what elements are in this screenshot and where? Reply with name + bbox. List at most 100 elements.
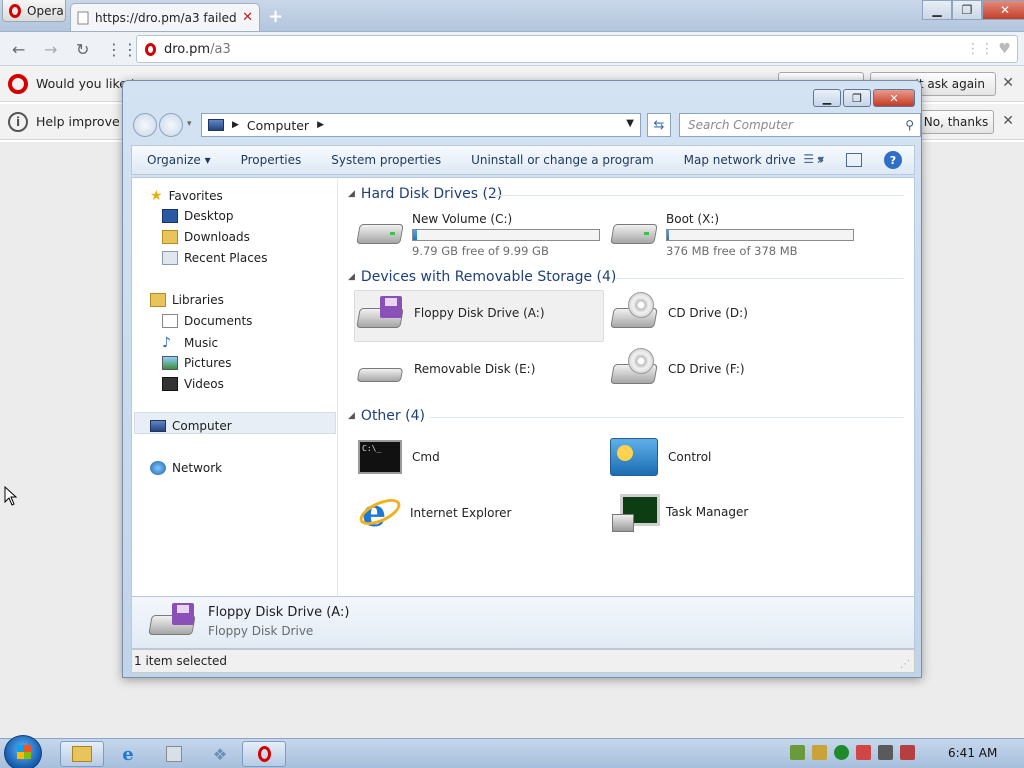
floppy-drive-icon [356,296,404,330]
start-button[interactable] [4,735,42,768]
map-network-drive-button[interactable]: Map network drive [669,153,811,167]
opera-logo-icon [9,3,21,18]
nav-music[interactable]: ♪ Music [162,335,218,351]
url-field[interactable]: dro.pm/a3 ⋮⋮ ♥ [136,35,1018,63]
help-icon[interactable]: ? [884,151,902,169]
tray-play-icon[interactable] [834,745,849,760]
forward-icon[interactable]: → [44,40,57,59]
cd-drive-f[interactable]: CD Drive (F:) [610,348,745,386]
cmd-shortcut[interactable]: C:\_ Cmd [358,440,440,474]
hard-drive-icon [356,212,404,246]
nav-videos[interactable]: Videos [162,377,224,391]
nav-label: Documents [184,314,253,328]
tray-volume-muted-icon[interactable] [900,745,915,760]
browser-tab[interactable]: https://dro.pm/a3 failed to ✕ [70,3,260,31]
drive-x[interactable]: Boot (X:) 376 MB free of 378 MB [610,212,854,258]
taskbar-internet-explorer[interactable]: e [106,741,150,767]
organize-button[interactable]: Organize ▾ [132,153,226,167]
system-properties-button[interactable]: System properties [316,153,456,167]
internet-explorer-shortcut[interactable]: e Internet Explorer [355,492,511,534]
nav-label: Recent Places [184,251,268,265]
nav-documents[interactable]: Documents [162,314,252,328]
group-header-removable[interactable]: ◢ Devices with Removable Storage (4) [348,269,616,285]
recent-pages-chevron-icon[interactable]: ▾ [187,119,192,129]
drive-free-space: 376 MB free of 378 MB [666,244,798,258]
forward-button[interactable] [159,113,183,137]
cd-drive-d[interactable]: CD Drive (D:) [610,292,748,330]
tab-close-icon[interactable]: ✕ [242,10,253,25]
nav-network[interactable]: Network [150,461,222,475]
drive-name: CD Drive (D:) [668,306,748,320]
task-manager-shortcut[interactable]: Task Manager [610,492,748,532]
group-header-other[interactable]: ◢ Other (4) [348,408,425,424]
nav-downloads[interactable]: Downloads [162,230,250,244]
close-button[interactable]: ✕ [873,89,915,107]
drive-c[interactable]: New Volume (C:) 9.79 GB free of 9.99 GB [356,212,600,258]
nav-desktop[interactable]: Desktop [162,209,234,223]
opera-menu-button[interactable]: Opera [2,0,66,22]
tray-network-icon[interactable] [878,745,893,760]
music-icon: ♪ [162,335,171,351]
removable-disk-e[interactable]: Removable Disk (E:) [356,352,535,386]
floppy-drive-icon [148,603,196,637]
infobar-close-icon[interactable]: ✕ [1002,75,1014,91]
tray-app-icon[interactable] [812,745,827,760]
new-tab-button[interactable]: + [268,6,283,27]
details-item-name: Floppy Disk Drive (A:) [208,605,350,620]
preview-pane-icon[interactable] [846,153,862,167]
browser-tab-bar: Opera https://dro.pm/a3 failed to ✕ + ▁ … [0,0,1024,32]
tray-app-icon[interactable] [856,745,871,760]
nav-recent-places[interactable]: Recent Places [162,251,267,265]
taskbar-explorer[interactable] [60,741,104,767]
resize-grip-icon[interactable]: ⋰ [900,659,910,670]
collapse-triangle-icon[interactable]: ◢ [348,189,355,199]
close-button[interactable]: ✕ [982,0,1024,20]
taskbar-opera[interactable] [242,741,286,767]
breadcrumb-location[interactable]: Computer [247,118,309,133]
nav-pictures[interactable]: Pictures [162,356,232,370]
properties-button[interactable]: Properties [226,153,317,167]
uninstall-program-button[interactable]: Uninstall or change a program [456,153,669,167]
taskbar-app[interactable] [152,741,196,767]
computer-icon [208,119,224,131]
search-input[interactable]: Search Computer ⚲ [679,113,921,137]
search-icon[interactable]: ⚲ [905,118,914,132]
command-bar: Organize ▾ Properties System properties … [131,145,915,175]
speed-dial-icon[interactable]: ⋮⋮ [106,40,138,59]
task-manager-icon [610,492,660,532]
back-button[interactable] [133,113,157,137]
collapse-triangle-icon[interactable]: ◢ [348,272,355,282]
change-view-icon[interactable]: ☰ ▾ [803,152,824,166]
nav-computer[interactable]: Computer [150,419,232,433]
chevron-down-icon[interactable]: ▼ [626,118,634,129]
desktop-icon [162,209,178,223]
reload-icon[interactable]: ↻ [76,40,89,59]
item-label: Task Manager [666,505,749,519]
no-thanks-button[interactable]: No, thanks [918,110,994,134]
nav-libraries[interactable]: Libraries [150,293,224,307]
collapse-triangle-icon[interactable]: ◢ [348,411,355,421]
taskbar-app[interactable]: ❖ [198,741,242,767]
group-divider [616,278,904,279]
maximize-button[interactable]: ❐ [952,0,982,20]
group-header-hard-disks[interactable]: ◢ Hard Disk Drives (2) [348,186,502,202]
tray-security-icon[interactable] [790,745,805,760]
nav-favorites[interactable]: ★ Favorites [150,188,223,204]
minimize-button[interactable]: ▁ [922,0,952,20]
back-icon[interactable]: ← [12,40,25,59]
explorer-window-controls: ▁ ❐ ✕ [813,89,915,107]
breadcrumb-arrow-icon[interactable]: ▶ [232,120,239,130]
breadcrumb-arrow-icon[interactable]: ▶ [317,120,324,130]
group-title: Hard Disk Drives (2) [360,186,503,202]
infobar-message: Help improve O [36,114,134,129]
minimize-button[interactable]: ▁ [813,89,841,107]
refresh-button[interactable]: ⇆ [647,113,671,137]
bookmark-heart-icon[interactable]: ⋮⋮ ♥ [966,41,1011,57]
infobar-close-icon[interactable]: ✕ [1002,113,1014,129]
control-shortcut[interactable]: Control [610,438,711,476]
maximize-button[interactable]: ❐ [843,89,871,107]
clock[interactable]: 6:41 AM [948,746,997,760]
floppy-drive-a[interactable]: Floppy Disk Drive (A:) [356,296,545,330]
drive-name: New Volume (C:) [412,212,513,226]
breadcrumb[interactable]: ▶ Computer ▶ ▼ [201,113,641,137]
